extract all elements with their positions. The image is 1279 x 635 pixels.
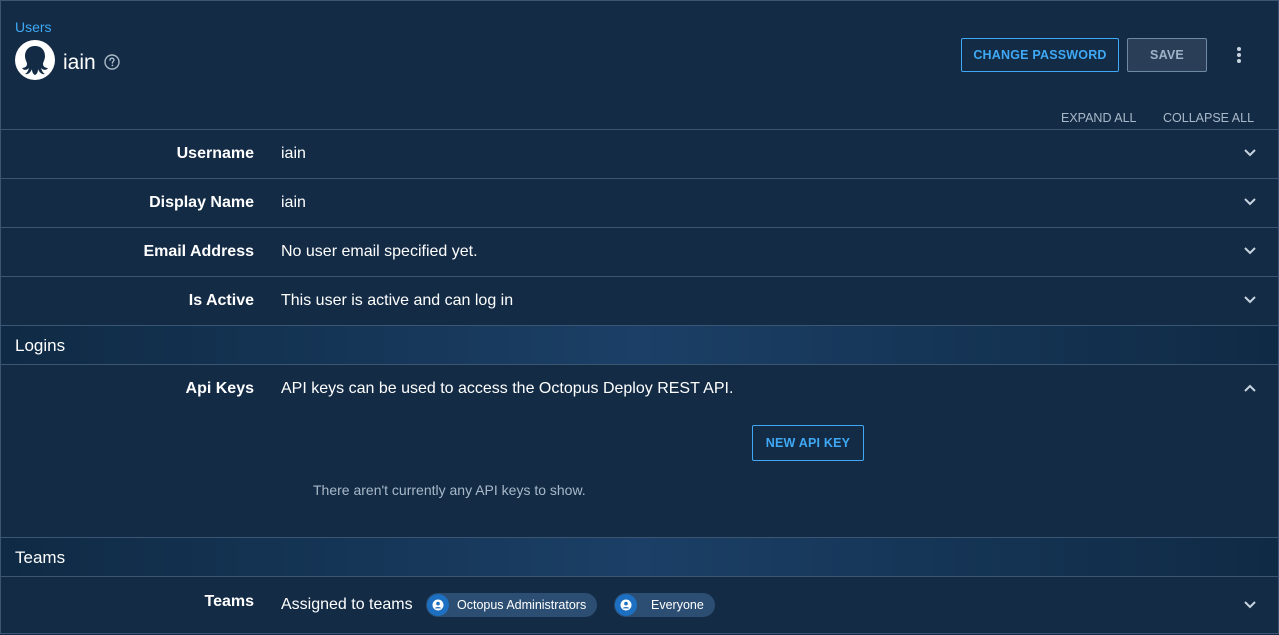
field-label: Email Address [143, 243, 254, 260]
chevron-down-icon[interactable] [1243, 600, 1257, 610]
more-vertical-icon[interactable] [1231, 45, 1247, 65]
api-keys-empty-message: There aren't currently any API keys to s… [313, 482, 586, 498]
team-chip-label: Everyone [651, 598, 704, 612]
chevron-down-icon[interactable] [1243, 197, 1257, 207]
field-value: iain [281, 145, 306, 162]
field-label: Display Name [149, 194, 254, 211]
field-label: Is Active [188, 292, 254, 309]
field-row-is-active[interactable]: Is Active This user is active and can lo… [1, 276, 1278, 325]
field-label: Api Keys [185, 380, 254, 397]
chevron-down-icon[interactable] [1243, 148, 1257, 158]
team-user-icon [427, 594, 449, 616]
field-row-display-name[interactable]: Display Name iain [1, 178, 1278, 227]
team-user-icon [615, 594, 637, 616]
section-header-teams: Teams [1, 537, 1278, 576]
page-header: Users iain CHANGE PASSWORD SAVE EXPAND A… [1, 1, 1278, 129]
collapse-all-button[interactable]: COLLAPSE ALL [1163, 111, 1254, 125]
chevron-down-icon[interactable] [1243, 246, 1257, 256]
field-value: Assigned to teams [281, 596, 413, 613]
field-value: This user is active and can log in [281, 292, 514, 309]
change-password-button[interactable]: CHANGE PASSWORD [961, 38, 1119, 72]
new-api-key-button[interactable]: NEW API KEY [752, 425, 864, 461]
field-value: No user email specified yet. [281, 243, 478, 260]
team-chip-everyone[interactable]: Everyone [614, 593, 715, 617]
field-value: API keys can be used to access the Octop… [281, 380, 734, 397]
section-title: Teams [15, 548, 66, 567]
field-row-api-keys: Api Keys API keys can be used to access … [1, 364, 1278, 537]
save-button[interactable]: SAVE [1127, 38, 1207, 72]
field-label: Teams [204, 593, 254, 610]
breadcrumb-users[interactable]: Users [15, 19, 52, 35]
field-row-email-address[interactable]: Email Address No user email specified ye… [1, 227, 1278, 276]
chevron-up-icon[interactable] [1243, 383, 1257, 393]
chevron-down-icon[interactable] [1243, 295, 1257, 305]
team-chip-label: Octopus Administrators [457, 598, 587, 612]
team-chip-octopus-administrators[interactable]: Octopus Administrators [426, 593, 598, 617]
section-header-logins: Logins [1, 325, 1278, 364]
expand-all-button[interactable]: EXPAND ALL [1061, 111, 1137, 125]
field-row-username[interactable]: Username iain [1, 129, 1278, 178]
section-title: Logins [15, 336, 66, 355]
page-title: iain [63, 51, 96, 74]
field-value: iain [281, 194, 306, 211]
octopus-avatar-icon [15, 40, 55, 80]
help-circle-icon[interactable] [104, 54, 120, 70]
field-label: Username [176, 145, 254, 162]
